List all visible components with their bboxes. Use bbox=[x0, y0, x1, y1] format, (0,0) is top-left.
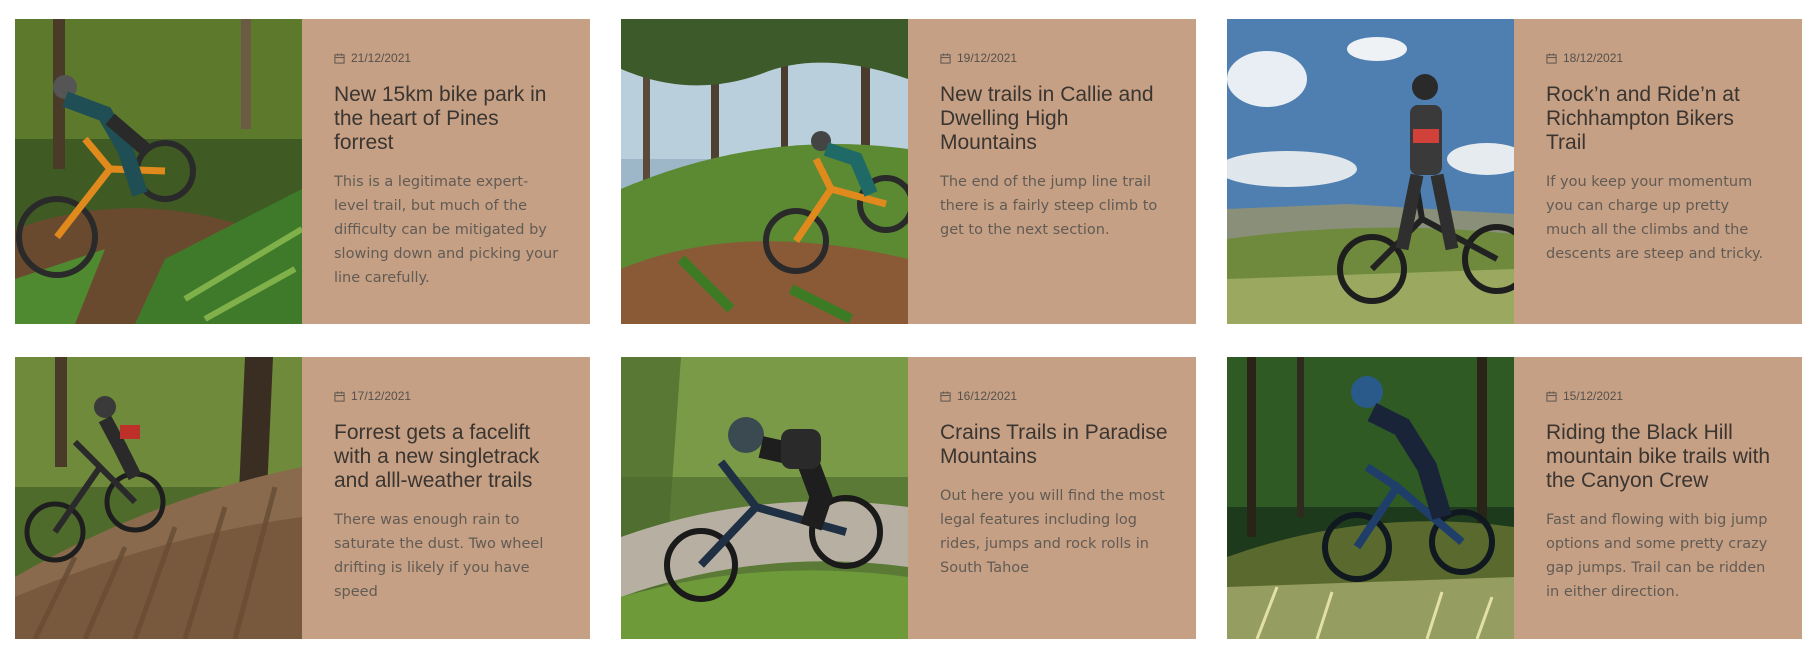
calendar-icon bbox=[1546, 390, 1557, 402]
article-photo[interactable] bbox=[621, 19, 908, 324]
article-body: 16/12/2021 Crains Trails in Paradise Mou… bbox=[908, 357, 1196, 639]
article-description: The end of the jump line trail there is … bbox=[940, 174, 1158, 238]
article-date: 18/12/2021 bbox=[1546, 50, 1774, 66]
article-body: 18/12/2021 Rock’n and Ride’n at Richhamp… bbox=[1514, 19, 1802, 324]
calendar-icon bbox=[334, 390, 345, 402]
article-body: 21/12/2021 New 15km bike park in the hea… bbox=[302, 19, 590, 324]
article-body: 19/12/2021 New trails in Callie and Dwel… bbox=[908, 19, 1196, 324]
article-title[interactable]: New trails in Callie and Dwelling High M… bbox=[940, 83, 1168, 155]
article-date: 17/12/2021 bbox=[334, 388, 562, 404]
article-date: 15/12/2021 bbox=[1546, 388, 1774, 404]
article-photo[interactable] bbox=[1227, 357, 1514, 639]
calendar-icon bbox=[940, 390, 951, 402]
article-card[interactable]: 15/12/2021 Riding the Black Hill mountai… bbox=[1227, 357, 1802, 639]
article-description: There was enough rain to saturate the du… bbox=[334, 512, 544, 600]
article-title[interactable]: Forrest gets a facelift with a new singl… bbox=[334, 421, 562, 493]
article-description: Out here you will find the most legal fe… bbox=[940, 488, 1165, 576]
article-title[interactable]: Rock’n and Ride’n at Richhampton Bikers … bbox=[1546, 83, 1774, 155]
article-title[interactable]: Riding the Black Hill mountain bike trai… bbox=[1546, 421, 1774, 493]
article-photo[interactable] bbox=[15, 19, 302, 324]
article-date: 16/12/2021 bbox=[940, 388, 1168, 404]
article-date-text: 19/12/2021 bbox=[957, 51, 1018, 65]
article-title[interactable]: New 15km bike park in the heart of Pines… bbox=[334, 83, 562, 155]
article-card[interactable]: 17/12/2021 Forrest gets a facelift with … bbox=[15, 357, 590, 639]
article-card[interactable]: 16/12/2021 Crains Trails in Paradise Mou… bbox=[621, 357, 1196, 639]
article-date: 19/12/2021 bbox=[940, 50, 1168, 66]
article-photo[interactable] bbox=[1227, 19, 1514, 324]
article-body: 15/12/2021 Riding the Black Hill mountai… bbox=[1514, 357, 1802, 639]
article-description: This is a legitimate expert-level trail,… bbox=[334, 174, 559, 286]
article-card[interactable]: 19/12/2021 New trails in Callie and Dwel… bbox=[621, 19, 1196, 324]
article-body: 17/12/2021 Forrest gets a facelift with … bbox=[302, 357, 590, 639]
article-card[interactable]: 18/12/2021 Rock’n and Ride’n at Richhamp… bbox=[1227, 19, 1802, 324]
calendar-icon bbox=[334, 52, 345, 64]
article-date-text: 16/12/2021 bbox=[957, 389, 1018, 403]
article-photo[interactable] bbox=[621, 357, 908, 639]
article-title[interactable]: Crains Trails in Paradise Mountains bbox=[940, 421, 1168, 469]
article-date-text: 15/12/2021 bbox=[1563, 389, 1624, 403]
calendar-icon bbox=[1546, 52, 1557, 64]
article-date: 21/12/2021 bbox=[334, 50, 562, 66]
calendar-icon bbox=[940, 52, 951, 64]
article-description: Fast and flowing with big jump options a… bbox=[1546, 512, 1768, 600]
article-photo[interactable] bbox=[15, 357, 302, 639]
article-card[interactable]: 21/12/2021 New 15km bike park in the hea… bbox=[15, 19, 590, 324]
article-grid: 21/12/2021 New 15km bike park in the hea… bbox=[15, 19, 1802, 639]
article-date-text: 21/12/2021 bbox=[351, 51, 412, 65]
article-date-text: 17/12/2021 bbox=[351, 389, 412, 403]
article-date-text: 18/12/2021 bbox=[1563, 51, 1624, 65]
article-description: If you keep your momentum you can charge… bbox=[1546, 174, 1764, 262]
